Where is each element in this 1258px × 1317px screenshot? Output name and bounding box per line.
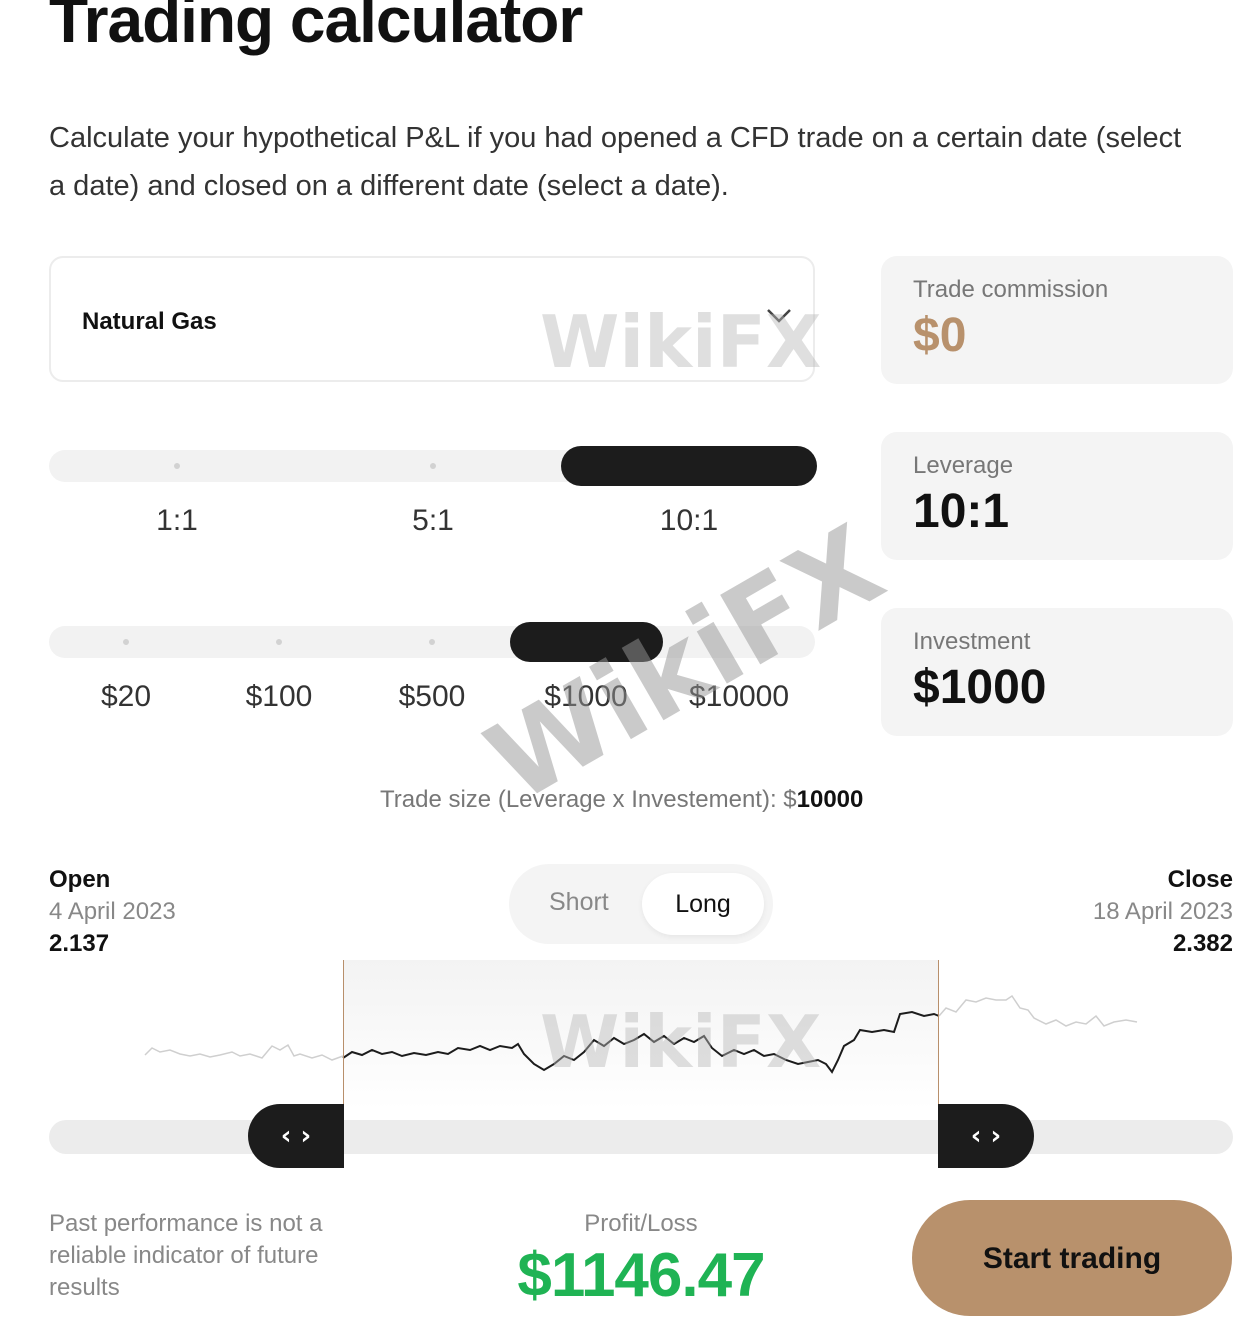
investment-tick-dot — [276, 639, 282, 645]
close-price: 2.382 — [1172, 930, 1233, 957]
investment-slider[interactable]: $20 $100 $500 $1000 $10000 — [49, 622, 815, 726]
open-price: 2.137 — [49, 930, 110, 957]
direction-toggle[interactable]: Short Long — [509, 864, 773, 944]
page-subtitle: Calculate your hypothetical P&L if you h… — [49, 122, 1182, 202]
leverage-option-10-1[interactable]: 10:1 — [660, 504, 718, 538]
price-line-before — [144, 1043, 344, 1061]
close-date-handle[interactable]: ‹ › — [938, 1104, 1034, 1168]
leverage-card-label: Leverage — [913, 452, 1014, 479]
leverage-card: Leverage 10:1 — [881, 432, 1233, 560]
long-option[interactable]: Long — [642, 873, 764, 935]
leverage-tick-dot — [174, 463, 180, 469]
short-option[interactable]: Short — [549, 888, 609, 917]
investment-card-value: $1000 — [913, 661, 1047, 714]
price-chart — [144, 960, 1138, 1110]
trade-size-label: Trade size (Leverage x Investement): $ — [380, 786, 797, 813]
leverage-tick-dot — [430, 463, 436, 469]
investment-option-500[interactable]: $500 — [399, 680, 466, 714]
leverage-slider-thumb[interactable] — [561, 446, 817, 486]
investment-option-1000[interactable]: $1000 — [544, 680, 627, 714]
investment-card-label: Investment — [913, 628, 1031, 655]
investment-tick-dot — [429, 639, 435, 645]
commission-value: $0 — [913, 309, 967, 362]
leverage-card-value: 10:1 — [913, 485, 1010, 538]
investment-option-10000[interactable]: $10000 — [689, 680, 789, 714]
price-line-after — [938, 994, 1138, 1027]
close-label: Close — [1167, 866, 1233, 893]
chevrons-left-right-icon: ‹ › — [280, 1121, 312, 1151]
leverage-option-1-1[interactable]: 1:1 — [156, 504, 198, 538]
investment-card: Investment $1000 — [881, 608, 1233, 736]
chevron-down-icon — [767, 309, 791, 323]
start-trading-button[interactable]: Start trading — [912, 1200, 1232, 1316]
profit-loss-label: Profit/Loss — [584, 1210, 698, 1237]
leverage-option-5-1[interactable]: 5:1 — [412, 504, 454, 538]
date-range-track[interactable] — [49, 1120, 1233, 1154]
investment-slider-thumb[interactable] — [510, 622, 663, 662]
chevrons-left-right-icon: ‹ › — [970, 1121, 1002, 1151]
open-date: 4 April 2023 — [49, 898, 176, 925]
commission-card: Trade commission $0 — [881, 256, 1233, 384]
asset-select[interactable]: Natural Gas — [49, 256, 815, 382]
profit-loss-value: $1146.47 — [517, 1241, 765, 1310]
investment-tick-dot — [123, 639, 129, 645]
trade-size-value: 10000 — [796, 786, 864, 813]
disclaimer: Past performance is not a reliable indic… — [49, 1210, 323, 1301]
trade-size: Trade size (Leverage x Investement): $10… — [380, 786, 863, 814]
investment-option-20[interactable]: $20 — [101, 680, 151, 714]
open-label: Open — [49, 866, 111, 893]
leverage-slider[interactable]: 1:1 5:1 10:1 — [49, 446, 817, 550]
asset-select-value: Natural Gas — [82, 308, 217, 335]
commission-label: Trade commission — [913, 276, 1109, 303]
close-date: 18 April 2023 — [1092, 898, 1233, 925]
investment-option-100[interactable]: $100 — [246, 680, 313, 714]
page-title: Trading calculator — [49, 0, 583, 56]
open-date-handle[interactable]: ‹ › — [248, 1104, 344, 1168]
